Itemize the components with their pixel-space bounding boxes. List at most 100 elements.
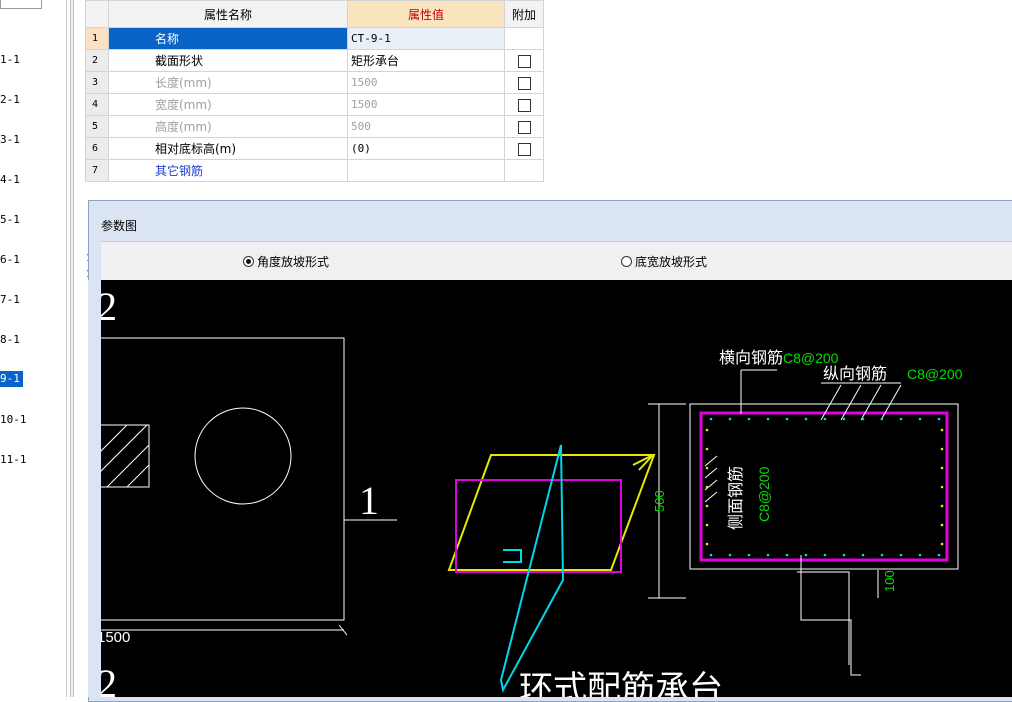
rebar-dot bbox=[705, 428, 709, 432]
panel-splitter[interactable] bbox=[70, 0, 74, 697]
radio-bottom-width-slope[interactable]: 底宽放坡形式 bbox=[621, 253, 707, 270]
grid-row[interactable]: 6 相对底标高(m) (0) bbox=[85, 137, 544, 160]
rebar-dot bbox=[940, 542, 944, 546]
dialog-title: 参数图 bbox=[101, 219, 138, 233]
list-item[interactable]: 5-1 bbox=[0, 212, 23, 228]
radio-selected-icon[interactable] bbox=[243, 256, 254, 267]
side-rebar-label: 侧面钢筋 bbox=[727, 466, 745, 530]
header-property-name: 属性名称 bbox=[108, 0, 348, 28]
attach-checkbox[interactable] bbox=[517, 98, 531, 112]
rebar-dot bbox=[842, 553, 846, 557]
header-extra: 附加 bbox=[504, 0, 544, 28]
property-name[interactable]: 宽度(mm) bbox=[108, 93, 348, 116]
property-value[interactable]: 矩形承台 bbox=[347, 49, 505, 72]
column-hatch bbox=[101, 424, 150, 488]
rebar-dot bbox=[842, 417, 846, 421]
list-item[interactable]: 11-1 bbox=[0, 452, 30, 468]
rebar-dot bbox=[705, 504, 709, 508]
horizontal-rebar-label: 横向钢筋 bbox=[719, 349, 783, 367]
rebar-dot bbox=[940, 504, 944, 508]
attach-checkbox[interactable] bbox=[517, 76, 531, 90]
rebar-dot bbox=[705, 523, 709, 527]
pile-right bbox=[797, 571, 850, 665]
row-number: 7 bbox=[85, 159, 109, 182]
hook-detail bbox=[503, 549, 522, 563]
property-value[interactable]: (0) bbox=[347, 137, 505, 160]
rebar-dot bbox=[940, 523, 944, 527]
property-name[interactable]: 相对底标高(m) bbox=[108, 137, 348, 160]
rebar-dot bbox=[940, 485, 944, 489]
list-item[interactable]: 10-1 bbox=[0, 412, 30, 428]
property-name[interactable]: 高度(mm) bbox=[108, 115, 348, 138]
rebar-dot bbox=[804, 417, 808, 421]
header-property-value: 属性值 bbox=[347, 0, 505, 28]
rebar-dot bbox=[785, 417, 789, 421]
radio-bottom-label: 底宽放坡形式 bbox=[635, 255, 708, 269]
property-value[interactable]: 1500 bbox=[347, 93, 505, 116]
list-item[interactable]: 1-1 bbox=[0, 52, 23, 68]
row-number: 2 bbox=[85, 49, 109, 72]
attach-checkbox[interactable] bbox=[517, 120, 531, 134]
list-item[interactable]: 4-1 bbox=[0, 172, 23, 188]
row-number: 3 bbox=[85, 71, 109, 94]
list-toolbar-box bbox=[0, 0, 42, 9]
section-label-side: 1 bbox=[359, 478, 379, 523]
dialog-left-margin bbox=[88, 280, 101, 697]
rebar-dot bbox=[861, 417, 865, 421]
list-item[interactable]: 8-1 bbox=[0, 332, 23, 348]
list-item[interactable]: 2-1 bbox=[0, 92, 23, 108]
plan-view bbox=[101, 337, 397, 636]
rebar-dot bbox=[766, 417, 770, 421]
slab-plane bbox=[447, 454, 656, 571]
property-name[interactable]: 截面形状 bbox=[108, 49, 348, 72]
rebar-dot bbox=[705, 485, 709, 489]
property-value[interactable]: 500 bbox=[347, 115, 505, 138]
extra-cell bbox=[504, 49, 544, 72]
grid-row[interactable]: 7 其它钢筋 bbox=[85, 159, 544, 182]
rebar-dot bbox=[861, 553, 865, 557]
rebar-dot bbox=[880, 553, 884, 557]
attach-checkbox[interactable] bbox=[517, 54, 531, 68]
section-view bbox=[648, 369, 959, 676]
property-value[interactable]: 1500 bbox=[347, 71, 505, 94]
list-item[interactable]: 6-1 bbox=[0, 252, 23, 268]
grid-row[interactable]: 4 宽度(mm) 1500 bbox=[85, 93, 544, 116]
grid-row[interactable]: 3 长度(mm) 1500 bbox=[85, 71, 544, 94]
list-item[interactable]: 7-1 bbox=[0, 292, 23, 308]
rebar-dot bbox=[937, 553, 941, 557]
grid-row[interactable]: 2 截面形状 矩形承台 bbox=[85, 49, 544, 72]
row-number: 6 bbox=[85, 137, 109, 160]
row-number: 5 bbox=[85, 115, 109, 138]
iso-view bbox=[447, 444, 656, 693]
rebar-dot bbox=[940, 466, 944, 470]
property-value[interactable] bbox=[347, 159, 505, 182]
extra-cell bbox=[504, 137, 544, 160]
grid-row[interactable]: 1 名称 CT-9-1 bbox=[85, 27, 544, 50]
property-value[interactable]: CT-9-1 bbox=[347, 27, 505, 50]
radio-unselected-icon[interactable] bbox=[621, 256, 632, 267]
slope-mode-bar: 角度放坡形式 底宽放坡形式 bbox=[101, 241, 1012, 281]
property-name[interactable]: 长度(mm) bbox=[108, 71, 348, 94]
rebar-dot bbox=[940, 428, 944, 432]
component-list: 1-1 2-1 3-1 4-1 5-1 6-1 7-1 8-1 9-1 10-1… bbox=[0, 0, 67, 697]
longitudinal-rebar-label: 纵向钢筋 bbox=[823, 365, 887, 383]
cap-plan-outline bbox=[101, 337, 345, 621]
property-name[interactable]: 名称 bbox=[108, 27, 348, 50]
property-name[interactable]: 其它钢筋 bbox=[108, 159, 348, 182]
height-dim-label: 500 bbox=[652, 490, 667, 512]
rebar-dot bbox=[705, 447, 709, 451]
rebar-dot bbox=[747, 417, 751, 421]
radio-angle-label: 角度放坡形式 bbox=[257, 255, 330, 269]
attach-checkbox[interactable] bbox=[517, 142, 531, 156]
grid-row[interactable]: 5 高度(mm) 500 bbox=[85, 115, 544, 138]
rebar-dot bbox=[823, 417, 827, 421]
rebar-dot bbox=[918, 553, 922, 557]
radio-angle-slope[interactable]: 角度放坡形式 bbox=[243, 253, 329, 270]
list-item[interactable]: 3-1 bbox=[0, 132, 23, 148]
extra-cell bbox=[504, 27, 544, 50]
drawing-caption: 环式配筋承台 bbox=[519, 670, 723, 697]
side-rebar-value: C8@200 bbox=[756, 466, 772, 522]
row-number: 4 bbox=[85, 93, 109, 116]
list-item-selected[interactable]: 9-1 bbox=[0, 371, 23, 387]
rebar-dot bbox=[937, 417, 941, 421]
